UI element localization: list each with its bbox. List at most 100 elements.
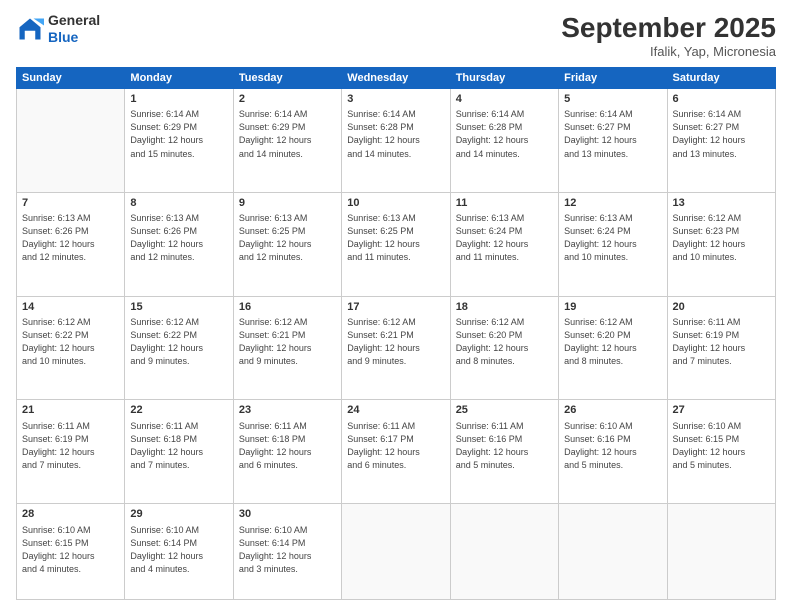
day-info: Sunrise: 6:14 AM Sunset: 6:27 PM Dayligh… <box>564 108 661 160</box>
day-info: Sunrise: 6:12 AM Sunset: 6:22 PM Dayligh… <box>130 316 227 368</box>
week-row: 7Sunrise: 6:13 AM Sunset: 6:26 PM Daylig… <box>17 192 776 296</box>
calendar-cell: 12Sunrise: 6:13 AM Sunset: 6:24 PM Dayli… <box>559 192 667 296</box>
day-number: 28 <box>22 507 119 522</box>
day-info: Sunrise: 6:13 AM Sunset: 6:24 PM Dayligh… <box>564 212 661 264</box>
day-info: Sunrise: 6:12 AM Sunset: 6:23 PM Dayligh… <box>673 212 770 264</box>
calendar-cell: 19Sunrise: 6:12 AM Sunset: 6:20 PM Dayli… <box>559 296 667 400</box>
day-number: 8 <box>130 196 227 211</box>
day-info: Sunrise: 6:11 AM Sunset: 6:18 PM Dayligh… <box>130 420 227 472</box>
day-number: 19 <box>564 300 661 315</box>
calendar-cell: 6Sunrise: 6:14 AM Sunset: 6:27 PM Daylig… <box>667 89 775 193</box>
day-info: Sunrise: 6:14 AM Sunset: 6:28 PM Dayligh… <box>456 108 553 160</box>
day-info: Sunrise: 6:10 AM Sunset: 6:15 PM Dayligh… <box>22 524 119 576</box>
page: General Blue September 2025 Ifalik, Yap,… <box>0 0 792 612</box>
day-number: 30 <box>239 507 336 522</box>
week-row: 14Sunrise: 6:12 AM Sunset: 6:22 PM Dayli… <box>17 296 776 400</box>
calendar-cell: 17Sunrise: 6:12 AM Sunset: 6:21 PM Dayli… <box>342 296 450 400</box>
calendar-cell <box>450 504 558 600</box>
logo: General Blue <box>16 12 100 46</box>
calendar-cell: 5Sunrise: 6:14 AM Sunset: 6:27 PM Daylig… <box>559 89 667 193</box>
day-info: Sunrise: 6:14 AM Sunset: 6:29 PM Dayligh… <box>130 108 227 160</box>
day-info: Sunrise: 6:11 AM Sunset: 6:16 PM Dayligh… <box>456 420 553 472</box>
calendar-day-header: Monday <box>125 68 233 89</box>
day-number: 6 <box>673 92 770 107</box>
day-number: 5 <box>564 92 661 107</box>
day-number: 22 <box>130 403 227 418</box>
day-number: 10 <box>347 196 444 211</box>
title-block: September 2025 Ifalik, Yap, Micronesia <box>561 12 776 59</box>
day-number: 26 <box>564 403 661 418</box>
calendar-cell <box>342 504 450 600</box>
calendar-day-header: Wednesday <box>342 68 450 89</box>
header: General Blue September 2025 Ifalik, Yap,… <box>16 12 776 59</box>
day-number: 13 <box>673 196 770 211</box>
day-info: Sunrise: 6:14 AM Sunset: 6:27 PM Dayligh… <box>673 108 770 160</box>
logo-general: General <box>48 12 100 28</box>
calendar-cell: 3Sunrise: 6:14 AM Sunset: 6:28 PM Daylig… <box>342 89 450 193</box>
calendar-day-header: Tuesday <box>233 68 341 89</box>
calendar-cell: 30 Sunrise: 6:10 AM Sunset: 6:14 PM Dayli… <box>233 504 341 600</box>
day-number: 16 <box>239 300 336 315</box>
calendar-cell: 9Sunrise: 6:13 AM Sunset: 6:25 PM Daylig… <box>233 192 341 296</box>
day-number: 23 <box>239 403 336 418</box>
day-number: 17 <box>347 300 444 315</box>
calendar-cell: 20Sunrise: 6:11 AM Sunset: 6:19 PM Dayli… <box>667 296 775 400</box>
week-row: 1Sunrise: 6:14 AM Sunset: 6:29 PM Daylig… <box>17 89 776 193</box>
calendar-cell: 21Sunrise: 6:11 AM Sunset: 6:19 PM Dayli… <box>17 400 125 504</box>
day-info: Sunrise: 6:10 AM Sunset: 6:14 PM Dayligh… <box>239 524 336 576</box>
day-number: 18 <box>456 300 553 315</box>
day-info: Sunrise: 6:12 AM Sunset: 6:22 PM Dayligh… <box>22 316 119 368</box>
calendar-cell: 1Sunrise: 6:14 AM Sunset: 6:29 PM Daylig… <box>125 89 233 193</box>
day-number: 2 <box>239 92 336 107</box>
calendar-cell: 2Sunrise: 6:14 AM Sunset: 6:29 PM Daylig… <box>233 89 341 193</box>
day-info: Sunrise: 6:13 AM Sunset: 6:25 PM Dayligh… <box>239 212 336 264</box>
calendar-cell: 8Sunrise: 6:13 AM Sunset: 6:26 PM Daylig… <box>125 192 233 296</box>
day-number: 11 <box>456 196 553 211</box>
day-number: 14 <box>22 300 119 315</box>
day-number: 27 <box>673 403 770 418</box>
day-info: Sunrise: 6:10 AM Sunset: 6:14 PM Dayligh… <box>130 524 227 576</box>
day-info: Sunrise: 6:14 AM Sunset: 6:29 PM Dayligh… <box>239 108 336 160</box>
day-info: Sunrise: 6:13 AM Sunset: 6:25 PM Dayligh… <box>347 212 444 264</box>
calendar-cell: 13Sunrise: 6:12 AM Sunset: 6:23 PM Dayli… <box>667 192 775 296</box>
day-info: Sunrise: 6:12 AM Sunset: 6:21 PM Dayligh… <box>347 316 444 368</box>
calendar-cell: 11Sunrise: 6:13 AM Sunset: 6:24 PM Dayli… <box>450 192 558 296</box>
logo-icon <box>16 15 44 43</box>
day-info: Sunrise: 6:12 AM Sunset: 6:20 PM Dayligh… <box>564 316 661 368</box>
calendar-cell <box>17 89 125 193</box>
calendar-cell: 26 Sunrise: 6:10 AM Sunset: 6:16 PM Dayli… <box>559 400 667 504</box>
day-info: Sunrise: 6:12 AM Sunset: 6:21 PM Dayligh… <box>239 316 336 368</box>
day-number: 25 <box>456 403 553 418</box>
month-title: September 2025 <box>561 12 776 44</box>
calendar-cell: 22 Sunrise: 6:11 AM Sunset: 6:18 PM Dayli… <box>125 400 233 504</box>
day-number: 29 <box>130 507 227 522</box>
day-number: 4 <box>456 92 553 107</box>
day-info: Sunrise: 6:10 AM Sunset: 6:15 PM Dayligh… <box>673 420 770 472</box>
location: Ifalik, Yap, Micronesia <box>561 44 776 59</box>
logo-blue: Blue <box>48 29 78 45</box>
calendar-cell: 10Sunrise: 6:13 AM Sunset: 6:25 PM Dayli… <box>342 192 450 296</box>
week-row: 21Sunrise: 6:11 AM Sunset: 6:19 PM Dayli… <box>17 400 776 504</box>
calendar-day-header: Sunday <box>17 68 125 89</box>
day-info: Sunrise: 6:10 AM Sunset: 6:16 PM Dayligh… <box>564 420 661 472</box>
day-number: 7 <box>22 196 119 211</box>
day-info: Sunrise: 6:13 AM Sunset: 6:24 PM Dayligh… <box>456 212 553 264</box>
day-info: Sunrise: 6:13 AM Sunset: 6:26 PM Dayligh… <box>130 212 227 264</box>
calendar-day-header: Saturday <box>667 68 775 89</box>
calendar-cell <box>667 504 775 600</box>
day-info: Sunrise: 6:11 AM Sunset: 6:19 PM Dayligh… <box>673 316 770 368</box>
day-info: Sunrise: 6:13 AM Sunset: 6:26 PM Dayligh… <box>22 212 119 264</box>
calendar-cell <box>559 504 667 600</box>
calendar-cell: 15Sunrise: 6:12 AM Sunset: 6:22 PM Dayli… <box>125 296 233 400</box>
day-number: 3 <box>347 92 444 107</box>
day-number: 20 <box>673 300 770 315</box>
calendar-cell: 23Sunrise: 6:11 AM Sunset: 6:18 PM Dayli… <box>233 400 341 504</box>
calendar-cell: 27 Sunrise: 6:10 AM Sunset: 6:15 PM Dayli… <box>667 400 775 504</box>
day-info: Sunrise: 6:14 AM Sunset: 6:28 PM Dayligh… <box>347 108 444 160</box>
logo-text: General Blue <box>48 12 100 46</box>
day-number: 9 <box>239 196 336 211</box>
calendar: SundayMondayTuesdayWednesdayThursdayFrid… <box>16 67 776 600</box>
calendar-cell: 18Sunrise: 6:12 AM Sunset: 6:20 PM Dayli… <box>450 296 558 400</box>
day-info: Sunrise: 6:11 AM Sunset: 6:17 PM Dayligh… <box>347 420 444 472</box>
day-number: 15 <box>130 300 227 315</box>
